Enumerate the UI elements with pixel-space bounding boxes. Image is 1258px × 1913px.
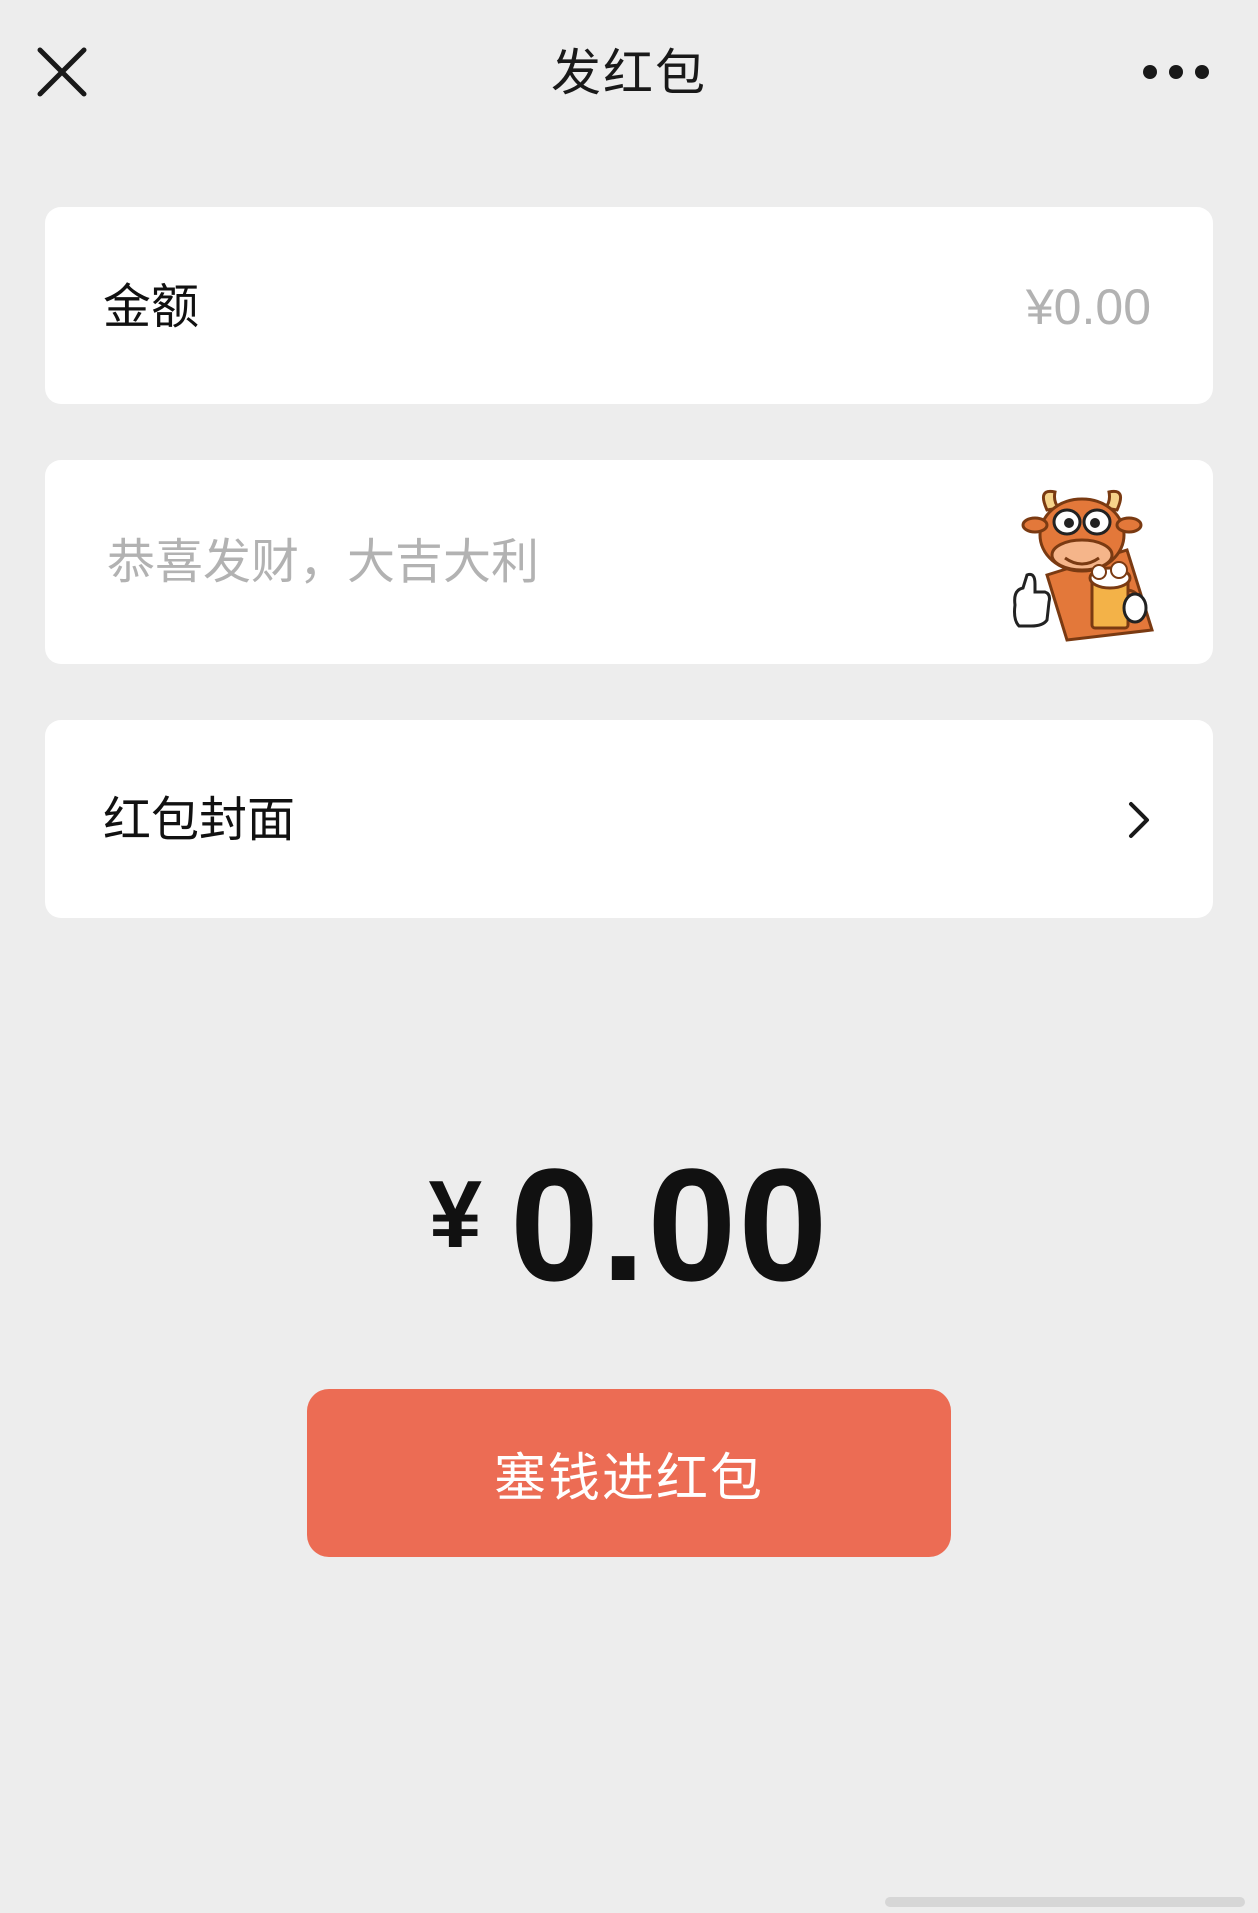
home-indicator bbox=[885, 1897, 1245, 1907]
cover-row[interactable]: 红包封面 bbox=[45, 720, 1213, 918]
total-amount-display: ¥0.00 bbox=[0, 1145, 1258, 1305]
greeting-card bbox=[45, 460, 1213, 664]
greeting-input[interactable] bbox=[107, 530, 907, 594]
currency-symbol: ¥ bbox=[428, 1161, 482, 1268]
more-dots-icon bbox=[1143, 65, 1209, 79]
total-amount: 0.00 bbox=[509, 1135, 830, 1314]
chevron-right-icon bbox=[1123, 798, 1153, 842]
amount-input[interactable] bbox=[751, 275, 1151, 339]
put-money-button[interactable]: 塞钱进红包 bbox=[307, 1389, 951, 1557]
cover-label: 红包封面 bbox=[103, 792, 296, 848]
sticker-button[interactable] bbox=[1007, 480, 1157, 645]
page-title: 发红包 bbox=[551, 44, 707, 102]
amount-card: 金额 bbox=[45, 207, 1213, 404]
cow-sticker-icon bbox=[1013, 489, 1154, 642]
more-options-button[interactable] bbox=[1140, 50, 1240, 94]
top-bar: 发红包 bbox=[0, 0, 1258, 150]
amount-label: 金额 bbox=[103, 279, 200, 335]
